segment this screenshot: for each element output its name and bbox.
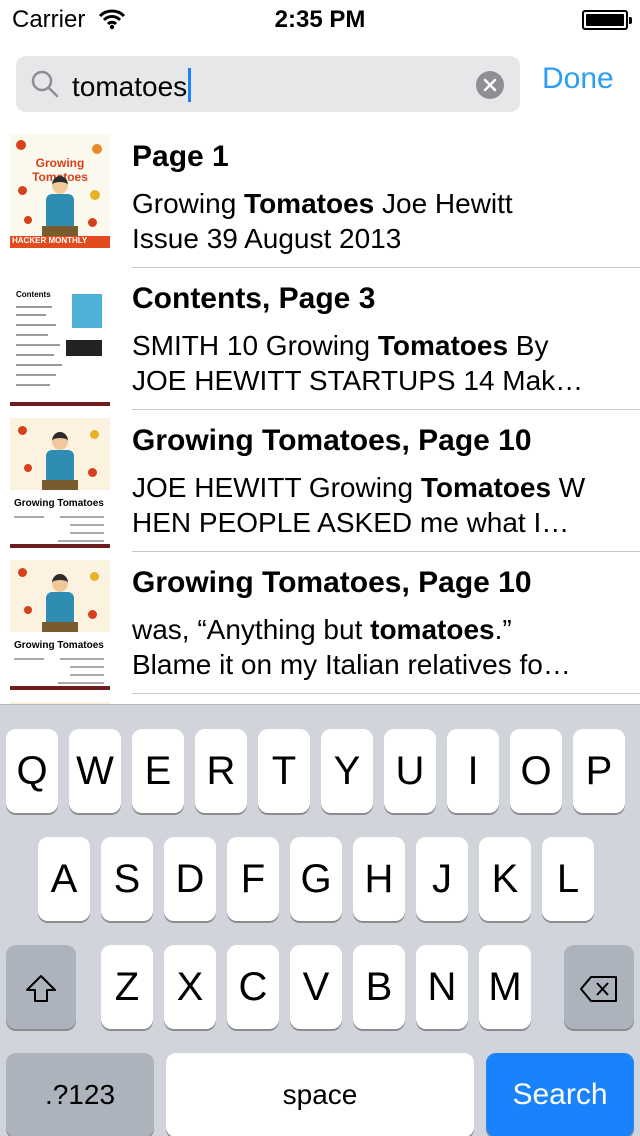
search-results-list[interactable]: Growing Tomatoes HACKER MONTHLY Page 1 G… [0, 126, 640, 704]
snippet-text: was, “Anything but [132, 614, 371, 645]
key-x[interactable]: X [164, 945, 216, 1029]
search-match-highlight: Tomatoes [377, 330, 509, 361]
result-snippet-line: HEN PEOPLE ASKED me what I… [132, 507, 622, 539]
search-match-highlight: tomatoes [370, 614, 495, 645]
key-j[interactable]: J [416, 837, 468, 921]
key-n[interactable]: N [416, 945, 468, 1029]
key-d[interactable]: D [164, 837, 216, 921]
search-match-highlight: Tomatoes [420, 472, 552, 503]
key-w[interactable]: W [69, 729, 121, 813]
key-g[interactable]: G [290, 837, 342, 921]
key-p[interactable]: P [573, 729, 625, 813]
status-time: 2:35 PM [274, 6, 366, 33]
contents-heading: Contents [16, 290, 51, 299]
snippet-text: Joe Hewitt [374, 188, 513, 219]
shift-key[interactable] [6, 945, 76, 1029]
snippet-text: W [551, 472, 586, 503]
search-match-highlight: Tomatoes [244, 188, 375, 219]
search-icon [30, 69, 60, 99]
key-q[interactable]: Q [6, 729, 58, 813]
shift-icon [26, 975, 56, 1003]
backspace-icon [580, 976, 617, 1003]
space-key[interactable]: space [166, 1053, 474, 1136]
snippet-text: JOE HEWITT Growing [132, 472, 421, 503]
result-snippet-line: JOE HEWITT Growing Tomatoes W [132, 472, 622, 504]
key-z[interactable]: Z [101, 945, 153, 1029]
search-field[interactable]: tomatoes [16, 56, 520, 112]
result-snippet-line: Issue 39 August 2013 [132, 223, 622, 255]
delete-key[interactable] [564, 945, 634, 1029]
cover-thumbnail: Growing Tomatoes HACKER MONTHLY [10, 134, 110, 264]
key-l[interactable]: L [542, 837, 594, 921]
key-v[interactable]: V [290, 945, 342, 1029]
result-title: Page 1 [132, 140, 229, 173]
key-b[interactable]: B [353, 945, 405, 1029]
key-m[interactable]: M [479, 945, 531, 1029]
snippet-text: Issue 39 August 2013 [132, 223, 402, 254]
text-caret [188, 68, 192, 102]
snippet-text: Growing [132, 188, 245, 219]
page-thumbnail: Growing Tomatoes [10, 560, 110, 690]
snippet-text: By [508, 330, 549, 361]
snippet-text: .” [494, 614, 512, 645]
key-c[interactable]: C [227, 945, 279, 1029]
key-i[interactable]: I [447, 729, 499, 813]
key-s[interactable]: S [101, 837, 153, 921]
result-snippet-line: SMITH 10 Growing Tomatoes By [132, 330, 622, 362]
key-y[interactable]: Y [321, 729, 373, 813]
key-a[interactable]: A [38, 837, 90, 921]
key-o[interactable]: O [510, 729, 562, 813]
key-k[interactable]: K [479, 837, 531, 921]
result-title: Growing Tomatoes, Page 10 [132, 566, 532, 599]
result-snippet-line: Blame it on my Italian relatives fo… [132, 649, 622, 681]
result-snippet-line: JOE HEWITT STARTUPS 14 Mak… [132, 365, 622, 397]
snippet-text: SMITH 10 Growing [132, 330, 378, 361]
key-h[interactable]: H [353, 837, 405, 921]
status-bar: Carrier 2:35 PM [0, 0, 640, 40]
done-button[interactable]: Done [542, 62, 614, 96]
search-key[interactable]: Search [486, 1053, 634, 1136]
key-e[interactable]: E [132, 729, 184, 813]
page-thumbnail: Growing Tomatoes [10, 418, 110, 548]
result-title: Contents, Page 3 [132, 282, 376, 315]
key-u[interactable]: U [384, 729, 436, 813]
page-heading: Growing Tomatoes [14, 640, 104, 651]
numbers-key[interactable]: .?123 [6, 1053, 154, 1136]
search-result-row[interactable]: Contents Contents, Page 3 SMITH 10 Growi… [0, 268, 640, 410]
snippet-text: Blame it on my Italian relatives fo… [132, 649, 571, 680]
key-f[interactable]: F [227, 837, 279, 921]
clear-icon [483, 78, 497, 92]
search-input[interactable]: tomatoes [72, 68, 192, 103]
keyboard: QWERTYUIOP ASDFGHJKL ZXCVBNM .?123 space… [0, 704, 640, 1136]
snippet-text: HEN PEOPLE ASKED me what I… [132, 507, 570, 538]
search-result-row[interactable]: Growing Tomatoes Growing Tomatoes, Page … [0, 410, 640, 552]
battery-icon [582, 10, 632, 30]
page-heading: Growing Tomatoes [14, 498, 104, 509]
result-snippet-line: was, “Anything but tomatoes.” [132, 614, 622, 646]
key-t[interactable]: T [258, 729, 310, 813]
result-snippet-line: Growing Tomatoes Joe Hewitt [132, 188, 622, 220]
search-result-row[interactable]: Growing Tomatoes HACKER MONTHLY Page 1 G… [0, 126, 640, 268]
clear-search-button[interactable] [476, 71, 504, 99]
snippet-text: JOE HEWITT STARTUPS 14 Mak… [132, 365, 584, 396]
contents-thumbnail: Contents [10, 276, 110, 406]
search-result-row[interactable] [0, 694, 640, 704]
key-r[interactable]: R [195, 729, 247, 813]
result-title: Growing Tomatoes, Page 10 [132, 424, 532, 457]
cover-banner: HACKER MONTHLY [10, 236, 110, 248]
search-result-row[interactable]: Growing Tomatoes Growing Tomatoes, Page … [0, 552, 640, 694]
